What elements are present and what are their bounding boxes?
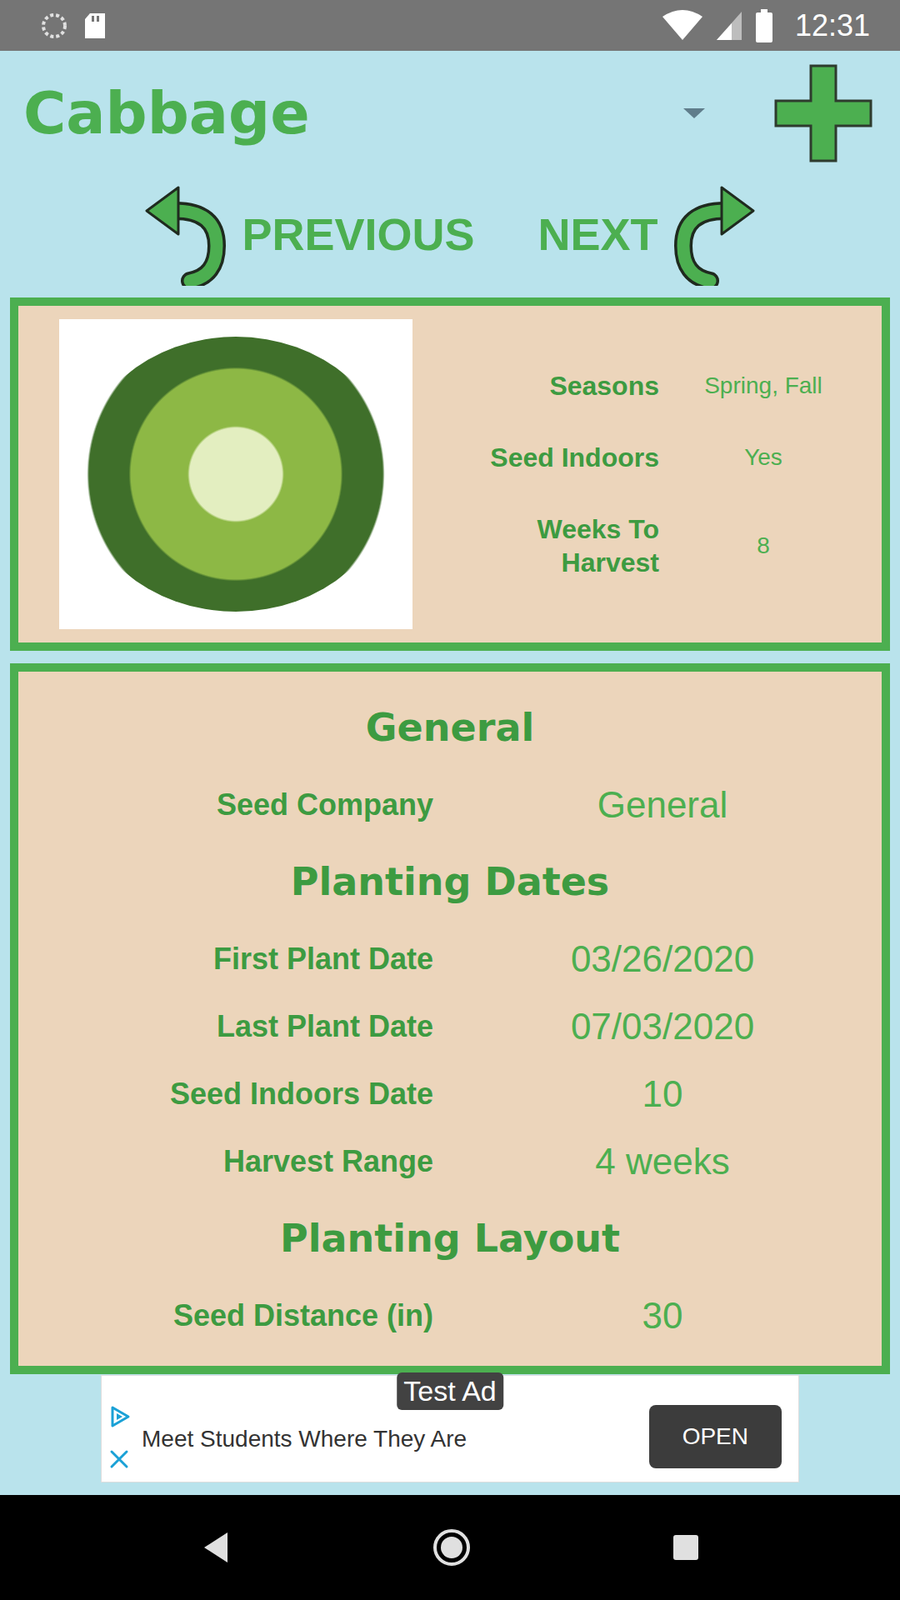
detail-value: 03/26/2020 (466, 938, 859, 980)
detail-row: Harvest Range 4 weeks (18, 1127, 882, 1195)
sd-card-icon (83, 11, 107, 40)
summary-label: Seasons (459, 369, 660, 403)
detail-value: 30 (466, 1295, 859, 1337)
test-ad-badge: Test Ad (396, 1372, 504, 1410)
detail-section: Planting Layout Seed Distance (in) 30 (18, 1195, 882, 1350)
detail-section: General Seed Company General (18, 684, 882, 839)
plant-title[interactable]: Cabbage (23, 79, 310, 148)
home-icon[interactable] (431, 1527, 472, 1568)
nav-row: PREVIOUS NEXT (0, 175, 900, 293)
signal-icon (715, 10, 744, 42)
status-left (40, 11, 107, 40)
section-title: Planting Dates (18, 838, 882, 925)
summary-card: Seasons Spring, Fall Seed Indoors Yes Weeks … (10, 297, 890, 651)
summary-grid: Seasons Spring, Fall Seed Indoors Yes Weeks … (459, 369, 826, 580)
section-title: General (18, 684, 882, 771)
ad-open-button[interactable]: OPEN (649, 1405, 782, 1469)
back-icon[interactable] (199, 1529, 233, 1566)
ad-icons (108, 1375, 132, 1482)
wifi-icon (661, 10, 704, 42)
detail-value: 07/03/2020 (466, 1005, 859, 1048)
cabbage-photo (59, 319, 413, 630)
ad-close-icon[interactable] (108, 1448, 130, 1470)
detail-row: Seed Distance (in) 30 (18, 1281, 882, 1350)
header: Cabbage (0, 50, 900, 176)
previous-label[interactable]: PREVIOUS (241, 208, 475, 260)
detail-label: First Plant Date (41, 941, 434, 977)
status-bar: 12:31 (0, 0, 900, 51)
detail-row: Last Plant Date 07/03/2020 (18, 992, 882, 1060)
detail-card: General Seed Company General Planting Dates… (10, 663, 890, 1375)
detail-label: Seed Company (41, 787, 434, 823)
detail-row: Seed Indoors Date 10 (18, 1060, 882, 1128)
summary-value: Spring, Fall (700, 371, 826, 400)
summary-value: 8 (700, 531, 826, 560)
detail-label: Seed Indoors Date (41, 1076, 434, 1112)
ad-choices-icon[interactable] (108, 1405, 132, 1429)
next-button[interactable]: NEXT (538, 182, 757, 286)
screen: 12:31 Cabbage PREVIOUS NEXT Seasons Spring, F… (0, 0, 900, 1600)
ad-banner[interactable]: Meet Students Where They AreOPEN Test Ad (100, 1375, 800, 1483)
detail-value: 4 weeks (466, 1140, 859, 1183)
battery-icon (755, 9, 774, 43)
previous-button[interactable]: PREVIOUS (143, 182, 475, 286)
detail-value: General (466, 784, 859, 826)
content: CabbagePREVIOUSNEXTSeasonsSpring, FallSe… (0, 50, 900, 1495)
system-nav-bar (0, 1495, 900, 1600)
ad-text[interactable]: Meet Students Where They Are (141, 1405, 640, 1453)
status-time: 12:31 (795, 8, 870, 44)
recents-icon[interactable] (670, 1532, 701, 1563)
summary-label: Weeks To Harvest (459, 512, 660, 580)
detail-label: Last Plant Date (41, 1009, 434, 1045)
summary-label: Seed Indoors (459, 440, 660, 475)
detail-section: Planting Dates First Plant Date 03/26/2020… (18, 838, 882, 1195)
next-label[interactable]: NEXT (538, 208, 659, 260)
next-arrow-icon (673, 182, 757, 286)
detail-label: Seed Distance (in) (41, 1298, 434, 1334)
loading-icon (40, 11, 69, 40)
detail-label: Harvest Range (41, 1144, 434, 1180)
dropdown-arrow-icon[interactable] (681, 106, 707, 120)
detail-row: Seed Company General (18, 770, 882, 839)
detail-row: First Plant Date 03/26/2020 (18, 925, 882, 993)
photo-shape (77, 336, 395, 612)
previous-arrow-icon (143, 182, 227, 286)
detail-value: 10 (466, 1073, 859, 1115)
plus-icon[interactable] (773, 63, 874, 164)
status-right: 12:31 (661, 8, 870, 44)
summary-value: Yes (700, 443, 826, 472)
ad-area: Meet Students Where They AreOPEN Test Ad (0, 1375, 900, 1483)
section-title: Planting Layout (18, 1195, 882, 1282)
